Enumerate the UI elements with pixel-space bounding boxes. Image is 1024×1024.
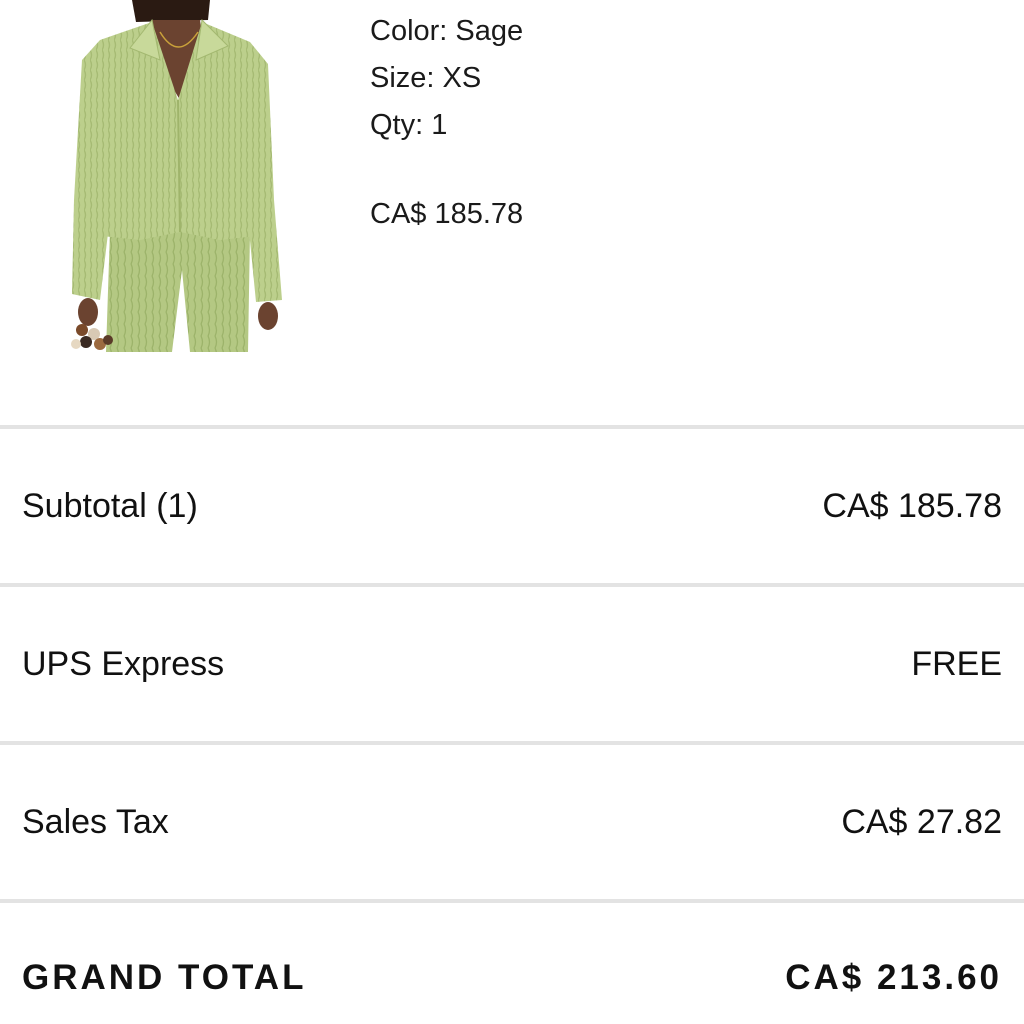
product-color: Color: Sage <box>370 15 524 47</box>
grand-total-row: GRAND TOTAL CA$ 213.60 <box>0 903 1024 1024</box>
subtotal-label: Subtotal (1) <box>22 486 198 525</box>
grand-total-value: CA$ 213.60 <box>785 958 1002 997</box>
product-image[interactable] <box>60 0 300 352</box>
product-quantity: Qty: 1 <box>370 109 448 141</box>
shipping-row: UPS Express FREE <box>0 587 1024 741</box>
product-item: Color: Sage Size: XS Qty: 1 CA$ 185.78 <box>0 0 1024 425</box>
shipping-value: FREE <box>911 644 1002 683</box>
grand-total-label: GRAND TOTAL <box>22 958 307 997</box>
shipping-label: UPS Express <box>22 644 225 683</box>
sales-tax-value: CA$ 27.82 <box>841 802 1002 841</box>
subtotal-row: Subtotal (1) CA$ 185.78 <box>0 429 1024 583</box>
product-details: Color: Sage Size: XS Qty: 1 CA$ 185.78 <box>370 8 523 238</box>
subtotal-value: CA$ 185.78 <box>822 486 1002 525</box>
order-summary-page: Color: Sage Size: XS Qty: 1 CA$ 185.78 S… <box>0 0 1024 1024</box>
product-photo-illustration <box>71 0 282 352</box>
sales-tax-row: Sales Tax CA$ 27.82 <box>0 745 1024 899</box>
product-price: CA$ 185.78 <box>370 198 524 230</box>
product-size: Size: XS <box>370 62 482 94</box>
sales-tax-label: Sales Tax <box>22 802 169 841</box>
